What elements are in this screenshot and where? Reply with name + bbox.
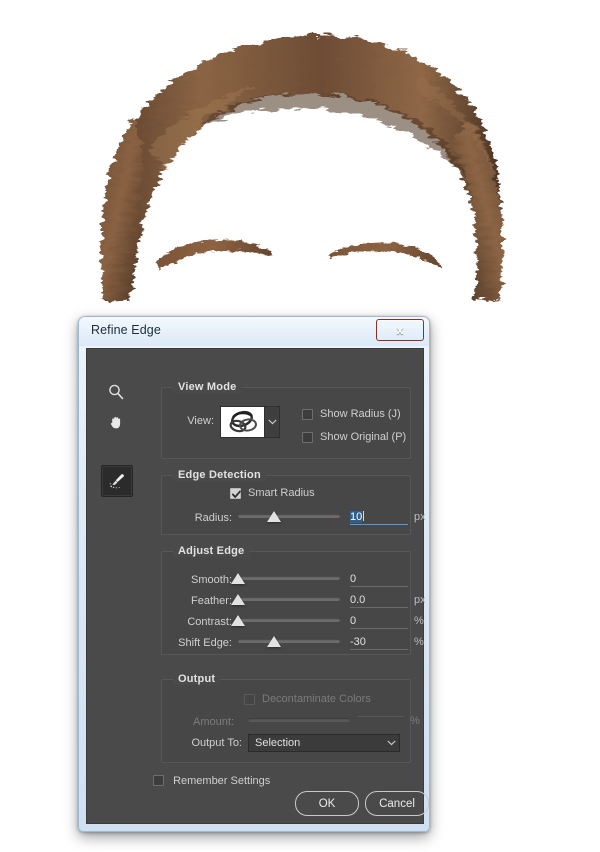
- edge-detection-title: Edge Detection: [173, 469, 266, 481]
- dialog-title-bar[interactable]: Refine Edge x: [79, 317, 429, 346]
- radius-value-field[interactable]: 10: [350, 511, 408, 525]
- adjust-edge-group: Adjust Edge Smooth: 0 Feather: 0.0 px Co…: [161, 545, 426, 655]
- amount-unit: %: [410, 715, 420, 727]
- smart-radius-checkbox[interactable]: [230, 488, 241, 499]
- amount-slider: [248, 713, 350, 727]
- contrast-slider-thumb[interactable]: [231, 615, 245, 626]
- remember-settings-checkbox[interactable]: [153, 775, 164, 786]
- feather-unit: px: [414, 594, 426, 606]
- output-group: Output Decontaminate Colors Amount: % Ou…: [161, 673, 420, 763]
- close-button[interactable]: x: [376, 319, 424, 341]
- smooth-slider-track: [238, 576, 340, 580]
- ok-button[interactable]: OK: [295, 791, 359, 816]
- radius-slider-thumb[interactable]: [266, 511, 281, 522]
- decontaminate-colors-checkbox[interactable]: [244, 694, 255, 705]
- show-radius-checkbox[interactable]: [302, 409, 313, 420]
- smart-radius-label: Smart Radius: [248, 487, 315, 499]
- shift-edge-unit: %: [414, 636, 424, 648]
- show-original-label: Show Original (P): [320, 431, 407, 443]
- refine-radius-tool-button[interactable]: [101, 465, 133, 497]
- decontaminate-colors-label: Decontaminate Colors: [262, 693, 371, 705]
- contrast-label: Contrast:: [187, 616, 232, 628]
- output-to-chevron-icon: [383, 740, 399, 746]
- cancel-button[interactable]: Cancel: [365, 791, 429, 816]
- radius-slider[interactable]: [238, 509, 340, 523]
- view-mode-selector[interactable]: [220, 406, 280, 438]
- smooth-label: Smooth:: [191, 574, 232, 586]
- radius-value: 10: [350, 511, 363, 523]
- view-mode-title: View Mode: [173, 381, 242, 393]
- tool-strip: [87, 349, 145, 823]
- contrast-slider[interactable]: [231, 613, 340, 627]
- edge-detection-group: Edge Detection Smart Radius Radius: 10 p…: [161, 469, 426, 535]
- output-to-label: Output To:: [191, 737, 242, 749]
- output-to-value: Selection: [255, 737, 301, 749]
- adjust-edge-title: Adjust Edge: [173, 545, 250, 557]
- remember-settings-label: Remember Settings: [173, 775, 271, 787]
- shift-edge-slider-thumb[interactable]: [266, 636, 281, 647]
- onion-skin-icon: [229, 410, 257, 433]
- show-original-checkbox[interactable]: [302, 432, 313, 443]
- remember-settings-row: Remember Settings: [153, 773, 270, 787]
- amount-slider-track: [248, 718, 350, 722]
- radius-label: Radius:: [194, 512, 232, 524]
- magnifier-icon: [109, 384, 124, 400]
- zoom-tool-button[interactable]: [101, 377, 131, 407]
- view-mode-thumbnail: [220, 406, 265, 438]
- view-mode-group: View Mode View: Show Radius (J) Show Ori…: [161, 381, 411, 459]
- text-caret: [363, 511, 365, 521]
- feather-slider-thumb[interactable]: [231, 594, 245, 605]
- output-to-select[interactable]: Selection: [248, 734, 400, 752]
- extracted-hair-image: [0, 0, 600, 320]
- smooth-slider[interactable]: [231, 571, 340, 585]
- smooth-value-field[interactable]: 0: [350, 573, 408, 587]
- feather-value-field[interactable]: 0.0: [350, 594, 408, 608]
- refine-edge-dialog[interactable]: Refine Edge x View Mode View: Show Radiu…: [78, 316, 430, 832]
- dialog-title: Refine Edge: [91, 323, 161, 337]
- dialog-body: View Mode View: Show Radius (J) Show Ori…: [86, 348, 429, 824]
- shift-edge-value-field[interactable]: -30: [350, 636, 408, 650]
- refine-brush-icon: [109, 474, 124, 489]
- view-label: View:: [187, 415, 214, 427]
- close-icon: x: [396, 323, 404, 337]
- smooth-slider-thumb[interactable]: [231, 573, 245, 584]
- contrast-slider-track: [238, 618, 340, 622]
- hand-tool-button[interactable]: [101, 407, 131, 437]
- shift-edge-slider-track: [238, 639, 340, 643]
- radius-slider-track: [238, 514, 340, 518]
- amount-label: Amount:: [193, 716, 234, 728]
- show-radius-label: Show Radius (J): [320, 408, 401, 420]
- shift-edge-slider[interactable]: [238, 634, 340, 648]
- feather-slider[interactable]: [231, 592, 340, 606]
- hand-icon: [110, 417, 121, 429]
- amount-value-field: [358, 715, 404, 717]
- checkmark-icon: [231, 490, 241, 498]
- output-title: Output: [173, 673, 221, 685]
- radius-unit: px: [414, 511, 426, 523]
- chevron-down-icon: [267, 419, 277, 425]
- contrast-value-field[interactable]: 0: [350, 615, 408, 629]
- feather-slider-track: [238, 597, 340, 601]
- shift-edge-label: Shift Edge:: [178, 637, 232, 649]
- feather-label: Feather:: [191, 595, 232, 607]
- contrast-unit: %: [414, 615, 424, 627]
- view-mode-dropdown-arrow[interactable]: [265, 406, 280, 438]
